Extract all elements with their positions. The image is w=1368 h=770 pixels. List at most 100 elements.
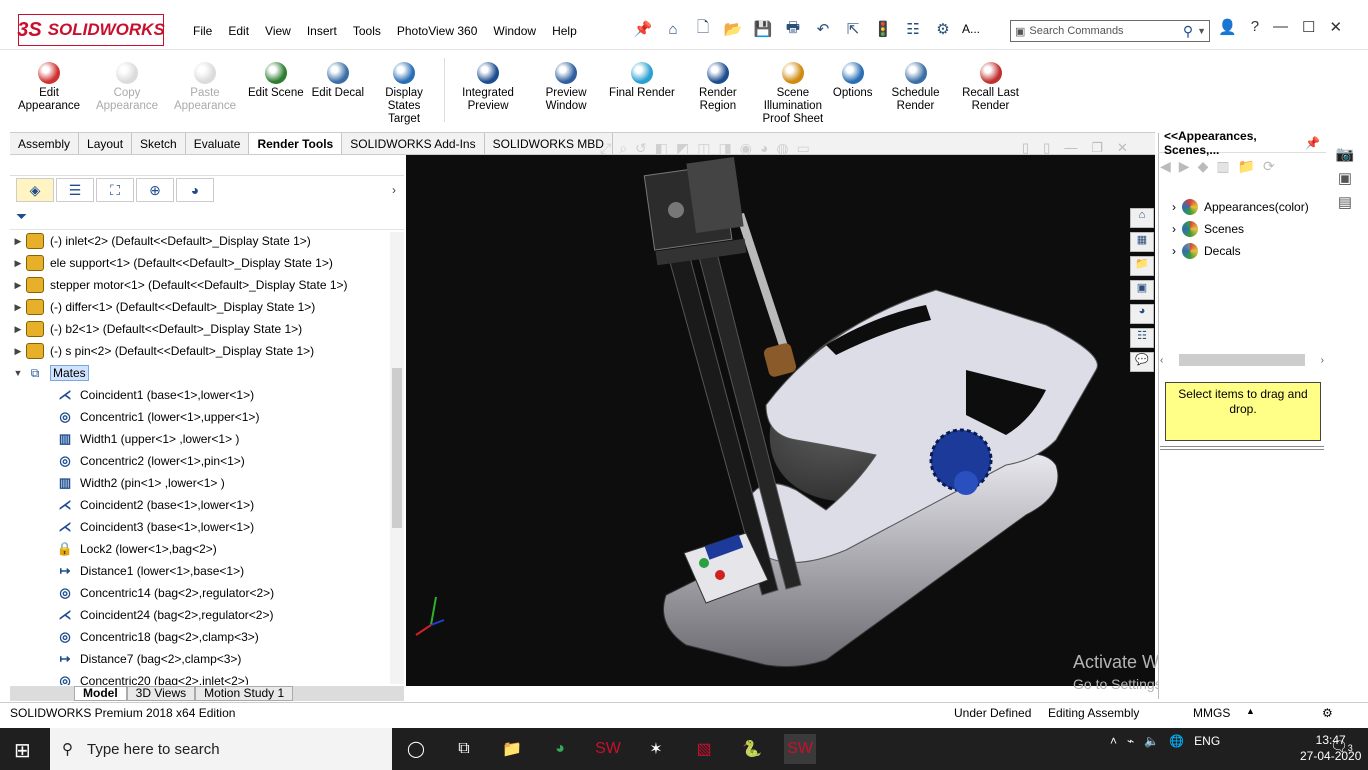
tree-mate-row[interactable]: ⋌ Coincident1 (base<1>,lower<1>) <box>10 384 390 406</box>
chevron-up-icon[interactable]: ▲ <box>1246 706 1255 716</box>
stepper-motor[interactable] <box>643 157 747 266</box>
customize-status-icon[interactable]: ⚙ <box>1322 706 1333 720</box>
search-input[interactable]: Search Commands <box>1029 25 1178 37</box>
bottom-tab-model[interactable]: Model <box>74 686 127 701</box>
ribbon-final-render-button[interactable]: Final Render <box>605 52 679 132</box>
ribbon-copy-appearance-button[interactable]: Copy Appearance <box>88 52 166 132</box>
ribbon-edit-scene-button[interactable]: Edit Scene <box>244 52 308 132</box>
rebuild-icon[interactable]: 🚦 <box>872 18 894 40</box>
menu-edit[interactable]: Edit <box>220 22 257 40</box>
undo-icon[interactable]: ↶ <box>812 18 834 40</box>
solidworks-visualize-icon[interactable]: ✶ <box>640 734 672 764</box>
tree-mate-row[interactable]: ◎ Concentric20 (bag<2>,inlet<2>) <box>10 670 390 685</box>
viewport-close-icon[interactable]: ✕ <box>1117 140 1128 156</box>
print-icon[interactable]: 🖶 <box>782 18 804 40</box>
windows-start-icon[interactable]: ⊞ <box>14 738 31 763</box>
lead-screw[interactable] <box>736 213 797 378</box>
apply-scene-icon[interactable]: ◍ <box>776 140 788 157</box>
volume-icon[interactable]: 🔈 <box>1144 734 1159 748</box>
network-icon[interactable]: ⌁ <box>1127 734 1134 748</box>
expand-arrow-icon[interactable]: ▶ <box>10 346 26 357</box>
appearances-tab-icon[interactable]: ◕ <box>1130 304 1154 324</box>
display-manager-tab-icon[interactable]: ◕ <box>176 178 214 202</box>
graphics-viewport[interactable] <box>406 155 1155 686</box>
chrome-icon[interactable]: ◕ <box>544 734 576 764</box>
tree-filter[interactable]: ⏷ <box>10 204 404 230</box>
tree-part-row[interactable]: ▶ (-) differ<1> (Default<<Default>_Displa… <box>10 296 390 318</box>
hide-show-items-icon[interactable]: ◉ <box>740 140 752 157</box>
tree-scrollbar-thumb[interactable] <box>392 368 402 528</box>
display-style-icon[interactable]: ◨ <box>718 140 731 157</box>
view-orientation-icon[interactable]: ◫ <box>697 140 710 157</box>
forum-icon[interactable]: 💬 <box>1130 352 1154 372</box>
tree-mates-folder[interactable]: ▼ ⧉ Mates <box>10 362 390 384</box>
ribbon-recall-last-render-button[interactable]: Recall Last Render <box>955 52 1027 132</box>
menu-window[interactable]: Window <box>485 22 544 40</box>
taskpane-item[interactable]: › Scenes <box>1160 218 1326 240</box>
file-explorer-icon[interactable]: 📁 <box>496 734 528 764</box>
taskpane-item[interactable]: › Decals <box>1160 240 1326 262</box>
expand-arrow-icon[interactable]: ▶ <box>10 302 26 313</box>
tree-mate-row[interactable]: ↦ Distance7 (bag<2>,clamp<3>) <box>10 648 390 670</box>
tab-scroll-arrows[interactable] <box>10 686 74 701</box>
task-pane-scroll-thumb[interactable] <box>1179 354 1305 366</box>
options-gear-icon[interactable]: ⚙ <box>932 18 954 40</box>
ribbon-preview-window-button[interactable]: Preview Window <box>527 52 605 132</box>
dynamic-annotation-icon[interactable]: ◩ <box>676 140 689 157</box>
search-commands-box[interactable]: ▣ Search Commands ⚲ ▼ <box>1010 20 1210 42</box>
tree-part-row[interactable]: ▶ (-) inlet<2> (Default<<Default>_Display… <box>10 230 390 252</box>
refresh-icon[interactable]: ⟳ <box>1263 158 1275 175</box>
chevron-up-icon[interactable]: ˄ <box>1110 734 1117 748</box>
tree-mate-row[interactable]: ⋌ Coincident2 (base<1>,lower<1>) <box>10 494 390 516</box>
tab-render-tools[interactable]: Render Tools <box>249 133 343 154</box>
tab-solidworks-add-ins[interactable]: SOLIDWORKS Add-Ins <box>342 133 485 154</box>
bottom-tab-motion-study-1[interactable]: Motion Study 1 <box>195 686 294 701</box>
open-icon[interactable]: 📂 <box>722 18 744 40</box>
minimize-icon[interactable]: — <box>1273 18 1288 36</box>
chevron-left-icon[interactable]: ‹ <box>1160 355 1163 366</box>
ribbon-edit-decal-button[interactable]: Edit Decal <box>308 52 368 132</box>
camera-icon[interactable]: 📷 <box>1336 145 1355 163</box>
solidworks-active-icon[interactable]: SW <box>784 734 816 764</box>
expand-arrow-icon[interactable]: ▶ <box>10 236 26 247</box>
collapse-arrow-icon[interactable]: ▼ <box>10 368 26 378</box>
notification-icon[interactable]: 🗨3 <box>1330 738 1353 755</box>
tree-mate-row[interactable]: ◎ Concentric14 (bag<2>,regulator<2>) <box>10 582 390 604</box>
ribbon-render-region-button[interactable]: Render Region <box>679 52 757 132</box>
expand-arrow-icon[interactable]: › <box>1172 222 1176 236</box>
filter-icon[interactable]: ⏷ <box>16 208 27 225</box>
tree-mate-row[interactable]: ⋌ Coincident3 (base<1>,lower<1>) <box>10 516 390 538</box>
search-icon[interactable]: ⚲ <box>1183 23 1193 40</box>
chevron-right-icon[interactable]: › <box>392 183 396 197</box>
property-manager-tab-icon[interactable]: ☰ <box>56 178 94 202</box>
file-properties-icon[interactable]: ☷ <box>902 18 924 40</box>
tree-mate-row[interactable]: ◎ Concentric18 (bag<2>,clamp<3>) <box>10 626 390 648</box>
chevron-down-icon[interactable]: ▼ <box>1197 26 1209 36</box>
viewport-minimize-icon[interactable]: — <box>1064 140 1077 156</box>
tab-assembly[interactable]: Assembly <box>10 133 80 154</box>
tree-mate-row[interactable]: ◎ Concentric1 (lower<1>,upper<1>) <box>10 406 390 428</box>
add-to-library-icon[interactable]: ◆ <box>1198 158 1209 175</box>
edit-appearance-icon[interactable]: ◕ <box>760 140 768 157</box>
render-region-icon[interactable]: ▤ <box>1338 193 1352 211</box>
menu-insert[interactable]: Insert <box>299 22 345 40</box>
tab-layout[interactable]: Layout <box>79 133 133 154</box>
bottom-tab-3d-views[interactable]: 3D Views <box>126 686 196 701</box>
select-pointer-icon[interactable]: ⇱ <box>842 18 864 40</box>
configuration-manager-tab-icon[interactable]: ⛶ <box>96 178 134 202</box>
tree-part-row[interactable]: ▶ ele support<1> (Default<<Default>_Displ… <box>10 252 390 274</box>
tab-sketch[interactable]: Sketch <box>132 133 186 154</box>
expand-arrow-icon[interactable]: › <box>1172 244 1176 258</box>
taskbar-search-input[interactable]: Type here to search <box>87 741 220 758</box>
view-palette-icon[interactable]: ▣ <box>1130 280 1154 300</box>
solidworks-logo[interactable]: 3S SOLIDWORKS <box>17 14 165 46</box>
taskpane-item[interactable]: › Appearances(color) <box>1160 196 1326 218</box>
design-library-icon[interactable]: ▦ <box>1130 232 1154 252</box>
ribbon-schedule-render-button[interactable]: Schedule Render <box>877 52 955 132</box>
zoom-to-fit-icon[interactable]: ⤢ <box>600 140 611 157</box>
tree-mate-row[interactable]: ◎ Concentric2 (lower<1>,pin<1>) <box>10 450 390 472</box>
help-icon[interactable]: ? <box>1251 18 1259 36</box>
solidworks-explorer-icon[interactable]: ▧ <box>688 734 720 764</box>
expand-arrow-icon[interactable]: ▶ <box>10 324 26 335</box>
viewport-restore-icon[interactable]: ❐ <box>1091 140 1103 156</box>
